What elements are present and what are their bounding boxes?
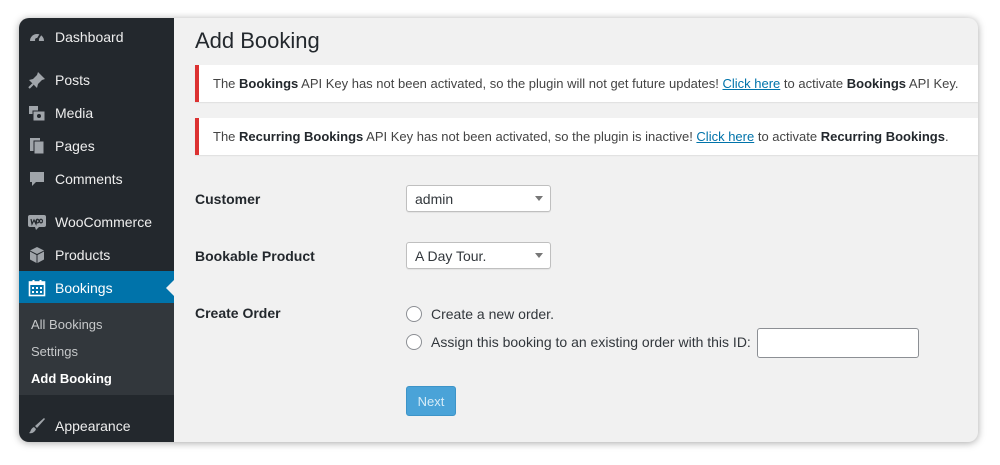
dashboard-icon (27, 27, 47, 47)
sidebar-item-label: Comments (55, 170, 123, 187)
media-icon (27, 103, 47, 123)
page-title: Add Booking (195, 28, 320, 53)
notice-plugin-name: Recurring Bookings (239, 129, 364, 144)
submenu-item-add-booking[interactable]: Add Booking (31, 371, 112, 386)
sidebar-item-label: Posts (55, 71, 91, 88)
sidebar-item-label: WooCommerce (55, 213, 152, 230)
sidebar-item-woocommerce[interactable]: WooCommerce (19, 205, 174, 238)
radio-new-order-label: Create a new order. (431, 306, 554, 322)
customer-select-value: admin (415, 190, 454, 207)
notice-text: The (213, 76, 240, 91)
notice-plugin-name: Recurring Bookings (820, 129, 945, 144)
radio-new-order[interactable] (406, 306, 422, 322)
comment-icon (27, 169, 47, 189)
notice-text: API Key has not been activated, so the p… (298, 76, 723, 91)
radio-existing-order[interactable] (406, 334, 422, 350)
chevron-down-icon (535, 196, 543, 201)
notice-plugin-name: Bookings (239, 76, 299, 91)
sidebar-item-label: Bookings (55, 279, 113, 296)
notice-recurring-bookings-api-key: The Recurring Bookings API Key has not b… (195, 118, 978, 155)
notice-bookings-api-key: The Bookings API Key has not been activa… (195, 65, 978, 102)
sidebar-item-label: Products (55, 246, 111, 263)
brush-icon (27, 416, 47, 436)
active-indicator (166, 279, 174, 296)
notice-text: to activate (754, 129, 821, 144)
notice-text: . (944, 129, 949, 144)
sidebar-item-media[interactable]: Media (19, 96, 174, 129)
calendar-icon (27, 278, 47, 298)
sidebar-item-label: Appearance (55, 417, 131, 434)
sidebar-item-products[interactable]: Products (19, 238, 174, 271)
notice-text: The (213, 129, 240, 144)
notice-activate-link[interactable]: Click here (696, 129, 754, 144)
bookable-product-select-value: A Day Tour. (415, 247, 487, 264)
sidebar-item-pages[interactable]: Pages (19, 129, 174, 162)
pin-icon (27, 70, 47, 90)
sidebar-item-label: Dashboard (55, 28, 124, 45)
customer-select[interactable]: admin (406, 185, 551, 212)
radio-option-existing-order[interactable]: Assign this booking to an existing order… (406, 334, 751, 350)
notice-text: to activate (780, 76, 847, 91)
bookable-product-label: Bookable Product (195, 248, 315, 264)
notice-text: API Key. (906, 76, 959, 91)
notice-activate-link[interactable]: Click here (722, 76, 780, 91)
woocommerce-icon (27, 212, 47, 232)
notice-text: API Key has not been activated, so the p… (363, 129, 697, 144)
pages-icon (27, 136, 47, 156)
bookings-submenu: All Bookings Settings Add Booking (19, 303, 174, 395)
sidebar-item-label: Pages (55, 137, 95, 154)
order-id-input[interactable] (757, 328, 919, 358)
radio-existing-order-label: Assign this booking to an existing order… (431, 334, 751, 350)
notice-plugin-name: Bookings (846, 76, 906, 91)
sidebar-item-comments[interactable]: Comments (19, 162, 174, 195)
submenu-item-settings[interactable]: Settings (31, 344, 78, 359)
admin-sidebar: Dashboard Posts Media Pages Comments Woo… (19, 18, 174, 442)
sidebar-item-appearance[interactable]: Appearance (19, 409, 174, 442)
sidebar-item-dashboard[interactable]: Dashboard (19, 20, 174, 53)
customer-label: Customer (195, 191, 261, 207)
sidebar-item-posts[interactable]: Posts (19, 63, 174, 96)
sidebar-item-bookings[interactable]: Bookings (19, 271, 174, 304)
main-content: Add Booking The Bookings API Key has not… (174, 18, 978, 442)
create-order-label: Create Order (195, 305, 281, 321)
sidebar-item-label: Media (55, 104, 94, 121)
app-window: Dashboard Posts Media Pages Comments Woo… (19, 18, 978, 442)
next-button[interactable]: Next (406, 386, 456, 416)
radio-option-new-order[interactable]: Create a new order. (406, 306, 554, 322)
bookable-product-select[interactable]: A Day Tour. (406, 242, 551, 269)
box-icon (27, 245, 47, 265)
chevron-down-icon (535, 253, 543, 258)
submenu-item-all-bookings[interactable]: All Bookings (31, 317, 103, 332)
